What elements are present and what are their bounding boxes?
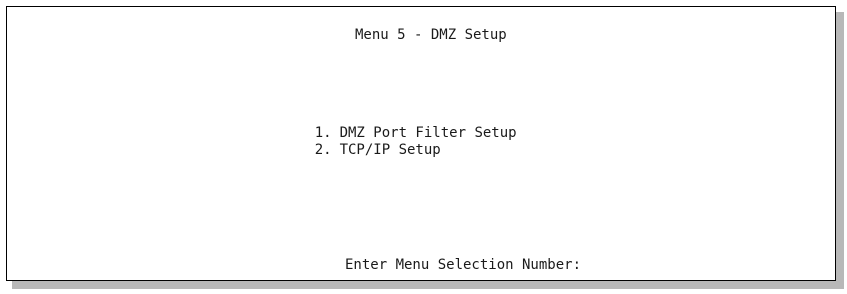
- menu-title: Menu 5 - DMZ Setup: [355, 27, 507, 43]
- menu-item-number: 2.: [314, 142, 332, 158]
- terminal-screen: Menu 5 - DMZ Setup 1. DMZ Port Filter Set…: [6, 6, 836, 281]
- menu-item-tcp-ip-setup[interactable]: 2. TCP/IP Setup: [281, 125, 441, 176]
- menu-item-label: TCP/IP Setup: [339, 142, 441, 158]
- menu-selection-prompt[interactable]: Enter Menu Selection Number:: [345, 257, 581, 274]
